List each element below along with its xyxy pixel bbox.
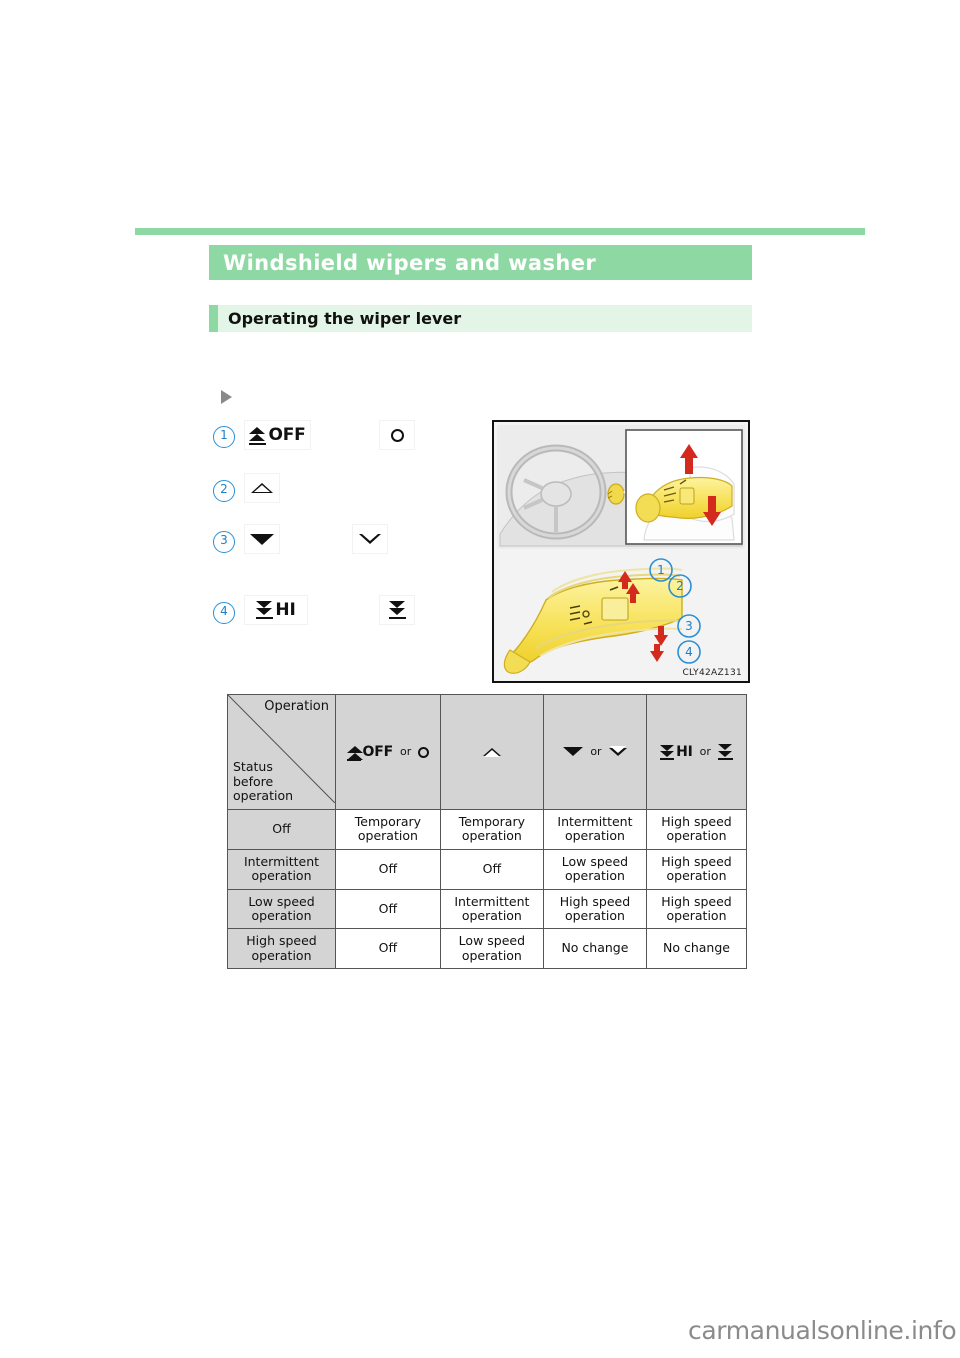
column-header-off: OFF or <box>335 694 441 810</box>
table-cell: Low speed operation <box>542 848 648 890</box>
row-header-intermittent: Intermittent operation <box>227 848 336 890</box>
double-chevron-down-glyph <box>388 601 406 619</box>
illustration-caption: CLY42AZ131 <box>682 668 742 678</box>
triangle-down-outline-icon <box>352 524 388 554</box>
table-cell: Off <box>335 928 441 969</box>
table-cell: High speed operation <box>646 809 747 850</box>
table-cell: Off <box>335 888 441 930</box>
table-cell: High speed operation <box>646 848 747 890</box>
table-cell: No change <box>542 928 648 969</box>
callout-number-2: 2 <box>213 480 235 502</box>
column-axis-label: Operation <box>264 699 329 714</box>
row-axis-label: Status before operation <box>233 758 294 804</box>
illustration-drawing: 1 2 3 4 <box>497 425 745 678</box>
subsection-header: Operating the wiper lever <box>209 305 752 332</box>
wiper-up-glyph <box>346 745 363 761</box>
wiper-hi-icon: HI <box>244 595 308 625</box>
table-row: Off Temporary operation Temporary operat… <box>227 809 747 850</box>
or-separator: or <box>399 744 412 758</box>
triangle-down-solid-glyph <box>250 533 274 545</box>
column-header-icons <box>443 748 541 758</box>
double-chevron-down-icon <box>717 744 733 760</box>
lever-position-list: 1 OFF 2 3 4 HI <box>209 418 479 644</box>
circle-icon <box>379 420 415 450</box>
list-item: 2 <box>209 470 479 522</box>
icon-label-hi: HI <box>676 743 693 760</box>
circle-glyph <box>390 428 404 442</box>
wiper-up-glyph <box>249 427 267 445</box>
triangle-up-outline-icon <box>244 473 280 503</box>
wiper-hi-icon: HI <box>660 744 693 760</box>
column-header-icons: OFF or <box>338 743 438 761</box>
icon-label-hi: HI <box>275 600 296 620</box>
list-item: 3 <box>209 522 479 592</box>
wiper-down-glyph <box>256 601 274 619</box>
manual-page: Windshield wipers and washer Operating t… <box>0 0 960 1358</box>
row-axis-line-3: operation <box>233 788 294 804</box>
illustration-callout-3: 3 <box>685 619 693 633</box>
top-rule-divider <box>135 228 865 235</box>
play-triangle-icon <box>221 390 232 404</box>
triangle-up-outline-icon <box>482 748 501 758</box>
list-item: 1 OFF <box>209 418 479 470</box>
triangle-down-solid-icon <box>244 524 280 554</box>
wiper-lever-illustration: 1 2 3 4 CLY42AZ131 <box>492 420 750 683</box>
row-header-high-speed: High speed operation <box>227 928 336 969</box>
column-header-high: HI or <box>646 694 747 810</box>
column-header-icons: HI or <box>649 744 744 760</box>
axis-corner-cell: Operation Status before operation <box>227 694 336 810</box>
column-header-icons: or <box>546 744 644 759</box>
illustration-callout-4: 4 <box>685 645 693 659</box>
table-cell: Intermittent operation <box>439 888 544 930</box>
section-header: Windshield wipers and washer <box>209 245 752 280</box>
wiper-down-glyph <box>660 744 675 760</box>
row-axis-line-1: Status <box>233 758 273 774</box>
triangle-down-outline-icon <box>608 745 627 756</box>
column-header-low: or <box>542 694 648 810</box>
table-row: Intermittent operation Off Off Low speed… <box>227 848 747 890</box>
table-cell: No change <box>646 928 747 969</box>
or-separator: or <box>699 744 711 758</box>
list-item: 4 HI <box>209 592 479 644</box>
table-cell: High speed operation <box>646 888 747 930</box>
table-cell: Temporary operation <box>335 809 441 850</box>
table-row: High speed operation Off Low speed opera… <box>227 928 747 969</box>
wiper-off-icon: OFF <box>244 420 311 450</box>
icon-label-off: OFF <box>268 425 306 445</box>
table-cell: Intermittent operation <box>542 809 648 850</box>
or-separator: or <box>590 744 602 758</box>
triangle-down-solid-icon <box>563 747 584 757</box>
table-cell: High speed operation <box>542 888 648 930</box>
site-watermark: carmanualsonline.info <box>688 1316 957 1345</box>
row-header-off: Off <box>227 809 336 850</box>
icon-label-off: OFF <box>362 743 394 760</box>
table-header-row: Operation Status before operation OFF or <box>227 694 747 810</box>
column-header-mist <box>439 694 544 810</box>
illustration-callout-2: 2 <box>676 579 684 593</box>
table-cell: Low speed operation <box>439 928 544 969</box>
callout-number-3: 3 <box>213 531 235 553</box>
table-cell: Off <box>439 848 544 890</box>
illustration-callout-1: 1 <box>657 563 665 577</box>
table-cell: Off <box>335 848 441 890</box>
triangle-up-glyph <box>251 483 273 493</box>
subsection-accent-bar <box>209 305 218 332</box>
subsection-title: Operating the wiper lever <box>228 309 462 328</box>
table-cell: Temporary operation <box>439 809 544 850</box>
row-header-low-speed: Low speed operation <box>227 888 336 930</box>
callout-number-4: 4 <box>213 602 235 624</box>
operation-matrix-table: Operation Status before operation OFF or <box>227 694 747 969</box>
circle-icon <box>418 746 430 758</box>
row-axis-line-2: before <box>233 773 274 789</box>
page-title: Windshield wipers and washer <box>223 250 597 275</box>
wiper-off-icon: OFF <box>346 743 394 761</box>
callout-number-1: 1 <box>213 426 235 448</box>
triangle-down-outline-glyph <box>359 534 381 544</box>
double-chevron-down-icon <box>379 595 415 625</box>
table-row: Low speed operation Off Intermittent ope… <box>227 888 747 930</box>
